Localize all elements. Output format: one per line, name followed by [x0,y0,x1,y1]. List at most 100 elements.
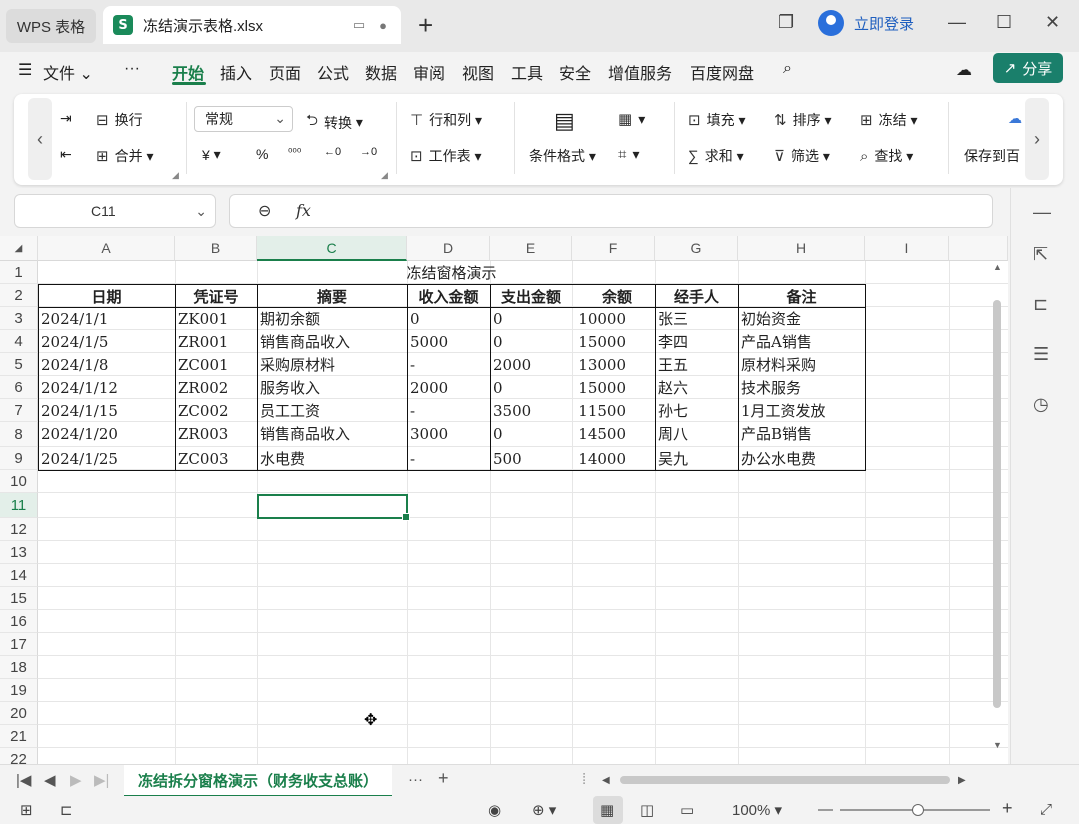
header-cell-handler[interactable]: 经手人 [655,285,738,308]
sheet-tab-active[interactable]: 冻结拆分窗格演示（财务收支总账） [124,765,392,797]
row-header-3[interactable]: 3 [0,307,38,330]
cell-expense[interactable]: 3500 [493,399,571,422]
cell-expense[interactable]: 0 [493,330,571,353]
worksheet-button[interactable]: ⊡ 工作表 ▾ [410,146,482,166]
cell-remark[interactable]: 产品A销售 [741,330,864,353]
cell-handler[interactable]: 孙七 [658,399,737,422]
cell-expense[interactable]: 2000 [493,353,571,376]
page-break-icon[interactable]: ▭ [680,801,694,819]
menu-page[interactable]: 页面 [269,60,301,84]
vertical-scrollbar[interactable]: ▲ ▼ [991,262,1003,754]
row-header-14[interactable]: 14 [0,564,38,587]
macro-icon[interactable]: ⊞ [20,801,33,819]
menu-more[interactable]: ··· [124,60,140,78]
form-icon[interactable]: ⊏ [60,801,73,819]
row-header-7[interactable]: 7 [0,399,38,422]
row-header-22[interactable]: 22 [0,748,38,764]
cell-expense[interactable]: 0 [493,376,571,399]
wrap-text-button[interactable]: ⊟ 换行 [96,110,143,130]
menu-home[interactable]: 开始 [172,60,204,84]
tab-window-icon[interactable]: ▭ [353,17,365,33]
app-home-tab[interactable]: WPS 表格 [6,9,96,43]
cell-voucher[interactable]: ZK001 [178,307,256,330]
cell-handler[interactable]: 李四 [658,330,737,353]
next-sheet-icon[interactable]: ▶ [70,771,82,789]
horizontal-scroll-thumb[interactable] [620,776,950,784]
first-sheet-icon[interactable]: |◀ [16,771,31,789]
cell-summary[interactable]: 服务收入 [260,376,406,399]
cell-balance[interactable]: 14000 [575,447,654,470]
cell-balance[interactable]: 11500 [575,399,654,422]
row-header-21[interactable]: 21 [0,725,38,748]
cell-remark[interactable]: 办公水电费 [741,447,864,470]
menu-formula[interactable]: 公式 [317,60,349,84]
percent-button[interactable]: % [256,146,268,162]
conditional-format-icon[interactable]: ▤ [554,108,575,134]
cloud-icon[interactable]: ☁ [956,60,972,80]
menu-file[interactable]: 文件 ⌄ [43,60,93,84]
document-tab[interactable]: S 冻结演示表格.xlsx ▭ ● [103,6,401,44]
row-header-2[interactable]: 2 [0,284,38,307]
column-header-e[interactable]: E [490,236,572,261]
cell-income[interactable]: 0 [410,307,489,330]
rows-cols-button[interactable]: ⊤ 行和列 ▾ [410,110,482,130]
cell-voucher[interactable]: ZC002 [178,399,256,422]
column-header-g[interactable]: G [655,236,738,261]
minimize-button[interactable]: — [948,12,966,33]
cell-date[interactable]: 2024/1/15 [41,399,174,422]
fullscreen-icon[interactable]: ⤢ [1040,801,1052,818]
row-header-17[interactable]: 17 [0,633,38,656]
fill-button[interactable]: ⊡ 填充 ▾ [688,110,746,130]
cell-income[interactable]: 3000 [410,422,489,445]
scroll-down-icon[interactable]: ▼ [993,740,1002,750]
cell-balance[interactable]: 14500 [575,422,654,445]
cell-summary[interactable]: 水电费 [260,447,406,470]
menu-value-added[interactable]: 增值服务 [608,60,672,84]
cell-date[interactable]: 2024/1/12 [41,376,174,399]
number-format-dropdown[interactable]: 常规 ⌄ [194,106,293,132]
zoom-level[interactable]: 100% ▾ [732,801,782,819]
multi-window-icon[interactable]: ❐ [778,12,794,33]
find-button[interactable]: ⌕ 查找 ▾ [860,146,913,166]
cell-voucher[interactable]: ZR003 [178,422,256,445]
hscroll-right-icon[interactable]: ▶ [958,775,966,786]
selected-cell-c11[interactable] [257,494,410,521]
cell-remark[interactable]: 原材料采购 [741,353,864,376]
filter-button[interactable]: ⊽ 筛选 ▾ [774,146,830,166]
decrease-decimal-icon[interactable]: →0 [360,146,377,158]
row-header-11[interactable]: 11 [0,493,38,518]
header-cell-income[interactable]: 收入金额 [407,285,490,308]
increase-decimal-icon[interactable]: ←0 [324,146,341,158]
collapse-panel-icon[interactable]: — [1033,202,1051,223]
cell-date[interactable]: 2024/1/25 [41,447,174,470]
header-cell-summary[interactable]: 摘要 [257,285,407,308]
formula-input[interactable]: ⊖ fx [229,194,993,228]
cell-balance[interactable]: 15000 [575,376,654,399]
cell-income[interactable]: 2000 [410,376,489,399]
history-icon[interactable]: ◷ [1033,394,1049,415]
cell-remark[interactable]: 1月工资发放 [741,399,864,422]
cell-voucher[interactable]: ZC003 [178,447,256,470]
header-cell-remark[interactable]: 备注 [738,285,865,308]
row-header-8[interactable]: 8 [0,422,38,447]
settings-sliders-icon[interactable]: ☰ [1033,344,1049,365]
new-tab-button[interactable]: + [418,10,433,40]
cell-summary[interactable]: 采购原材料 [260,353,406,376]
maximize-button[interactable]: ☐ [996,12,1012,33]
normal-view-icon[interactable]: ▦ [600,801,614,819]
scroll-up-icon[interactable]: ▲ [993,262,1002,272]
cell-date[interactable]: 2024/1/8 [41,353,174,376]
share-button[interactable]: ↗ 分享 [993,53,1063,83]
row-header-19[interactable]: 19 [0,679,38,702]
cell-date[interactable]: 2024/1/20 [41,422,174,445]
header-cell-date[interactable]: 日期 [38,285,175,308]
cell-remark[interactable]: 初始资金 [741,307,864,330]
cell-date[interactable]: 2024/1/1 [41,307,174,330]
ribbon-scroll-right-icon[interactable]: › [1025,98,1049,180]
align-dialog-icon[interactable]: ◢ [172,170,179,181]
row-header-13[interactable]: 13 [0,541,38,564]
zoom-icon[interactable]: ⊖ [258,201,271,221]
name-box[interactable]: C11 ⌄ [14,194,216,228]
column-header-a[interactable]: A [38,236,175,261]
cell-handler[interactable]: 赵六 [658,376,737,399]
